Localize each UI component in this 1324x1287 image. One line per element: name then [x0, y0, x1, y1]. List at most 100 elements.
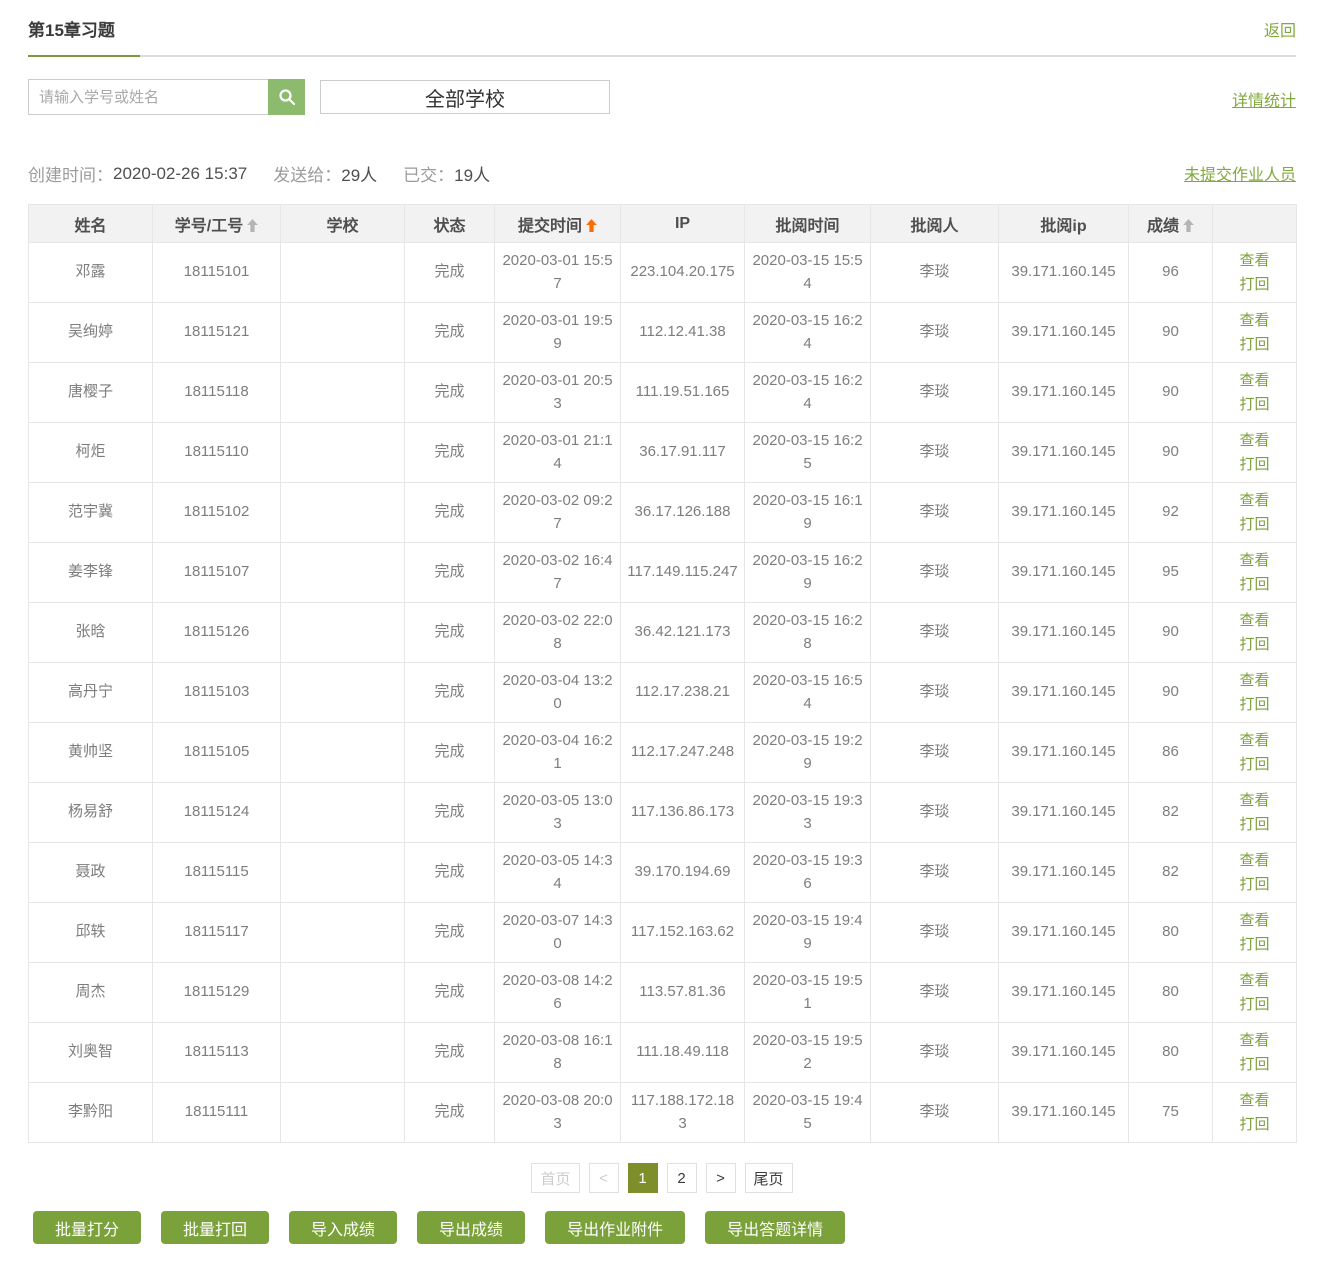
cell-status: 完成	[405, 243, 495, 303]
cell-review-time: 2020-03-15 16:19	[745, 483, 871, 543]
cell-score: 90	[1129, 663, 1213, 723]
send-back-link[interactable]: 打回	[1219, 753, 1290, 777]
cell-school	[281, 603, 405, 663]
send-back-link[interactable]: 打回	[1219, 633, 1290, 657]
table-header-row: 姓名学号/工号学校状态提交时间IP批阅时间批阅人批阅ip成绩	[29, 205, 1297, 243]
cell-ip: 117.149.115.247	[621, 543, 745, 603]
cell-school	[281, 243, 405, 303]
view-link[interactable]: 查看	[1219, 309, 1290, 333]
view-link[interactable]: 查看	[1219, 549, 1290, 573]
send-back-link[interactable]: 打回	[1219, 873, 1290, 897]
cell-school	[281, 963, 405, 1023]
submitted-label: 已交：	[403, 161, 454, 186]
view-link[interactable]: 查看	[1219, 729, 1290, 753]
cell-actions: 查看打回	[1213, 663, 1297, 723]
export-answer-details-button[interactable]: 导出答题详情	[705, 1211, 845, 1244]
column-header-student-id[interactable]: 学号/工号	[153, 205, 281, 243]
cell-reviewer: 李琰	[871, 783, 999, 843]
table-row: 李黔阳18115111完成2020-03-08 20:03117.188.172…	[29, 1083, 1297, 1143]
pagination-next-button[interactable]: >	[706, 1163, 736, 1193]
cell-name: 吴绚婷	[29, 303, 153, 363]
send-back-link[interactable]: 打回	[1219, 453, 1290, 477]
cell-submit-time: 2020-03-01 21:14	[495, 423, 621, 483]
cell-student-id: 18115126	[153, 603, 281, 663]
view-link[interactable]: 查看	[1219, 849, 1290, 873]
school-filter-select[interactable]: 全部学校	[320, 80, 610, 114]
import-grades-button[interactable]: 导入成绩	[289, 1211, 397, 1244]
pagination-last-button[interactable]: 尾页	[745, 1163, 793, 1193]
export-attachments-button[interactable]: 导出作业附件	[545, 1211, 685, 1244]
table-row: 吴绚婷18115121完成2020-03-01 19:59112.12.41.3…	[29, 303, 1297, 363]
cell-ip: 111.18.49.118	[621, 1023, 745, 1083]
cell-status: 完成	[405, 963, 495, 1023]
search-box	[28, 79, 305, 115]
search-input[interactable]	[28, 79, 268, 115]
view-link[interactable]: 查看	[1219, 1089, 1290, 1113]
column-header-review-time-label: 批阅时间	[775, 218, 839, 235]
view-link[interactable]: 查看	[1219, 429, 1290, 453]
view-link[interactable]: 查看	[1219, 249, 1290, 273]
view-link[interactable]: 查看	[1219, 909, 1290, 933]
cell-student-id: 18115107	[153, 543, 281, 603]
cell-school	[281, 303, 405, 363]
send-back-link[interactable]: 打回	[1219, 513, 1290, 537]
table-row: 唐樱子18115118完成2020-03-01 20:53111.19.51.1…	[29, 363, 1297, 423]
view-link[interactable]: 查看	[1219, 1029, 1290, 1053]
pagination-first-button[interactable]: 首页	[531, 1163, 579, 1193]
cell-actions: 查看打回	[1213, 303, 1297, 363]
view-link[interactable]: 查看	[1219, 789, 1290, 813]
send-back-link[interactable]: 打回	[1219, 693, 1290, 717]
cell-submit-time: 2020-03-04 13:20	[495, 663, 621, 723]
cell-reviewer: 李琰	[871, 603, 999, 663]
column-header-status-label: 状态	[433, 218, 465, 235]
view-link[interactable]: 查看	[1219, 609, 1290, 633]
cell-name: 高丹宁	[29, 663, 153, 723]
cell-status: 完成	[405, 783, 495, 843]
cell-submit-time: 2020-03-04 16:21	[495, 723, 621, 783]
send-back-link[interactable]: 打回	[1219, 333, 1290, 357]
pagination-page-2-button[interactable]: 2	[667, 1163, 697, 1193]
not-submitted-link[interactable]: 未提交作业人员	[1184, 161, 1296, 185]
view-link[interactable]: 查看	[1219, 369, 1290, 393]
column-header-submit-time[interactable]: 提交时间	[495, 205, 621, 243]
view-link[interactable]: 查看	[1219, 489, 1290, 513]
cell-review-time: 2020-03-15 16:29	[745, 543, 871, 603]
cell-review-ip: 39.171.160.145	[999, 423, 1129, 483]
cell-status: 完成	[405, 423, 495, 483]
pagination-prev-button[interactable]: <	[589, 1163, 619, 1193]
column-header-school-label: 学校	[326, 218, 358, 235]
export-grades-button[interactable]: 导出成绩	[417, 1211, 525, 1244]
cell-ip: 117.152.163.62	[621, 903, 745, 963]
send-back-link[interactable]: 打回	[1219, 813, 1290, 837]
pagination-page-1-button[interactable]: 1	[628, 1163, 658, 1193]
back-link[interactable]: 返回	[1264, 17, 1296, 41]
send-back-link[interactable]: 打回	[1219, 273, 1290, 297]
send-back-link[interactable]: 打回	[1219, 1053, 1290, 1077]
send-back-link[interactable]: 打回	[1219, 1113, 1290, 1137]
column-header-score[interactable]: 成绩	[1129, 205, 1213, 243]
table-row: 张晗18115126完成2020-03-02 22:0836.42.121.17…	[29, 603, 1297, 663]
cell-reviewer: 李琰	[871, 843, 999, 903]
cell-ip: 36.17.126.188	[621, 483, 745, 543]
view-link[interactable]: 查看	[1219, 669, 1290, 693]
pagination: 首页 < 1 2 > 尾页	[28, 1163, 1296, 1193]
cell-review-ip: 39.171.160.145	[999, 783, 1129, 843]
search-button[interactable]	[268, 79, 305, 115]
cell-reviewer: 李琰	[871, 243, 999, 303]
send-back-link[interactable]: 打回	[1219, 933, 1290, 957]
send-back-link[interactable]: 打回	[1219, 993, 1290, 1017]
cell-score: 90	[1129, 303, 1213, 363]
batch-grade-button[interactable]: 批量打分	[33, 1211, 141, 1244]
details-stats-link[interactable]: 详情统计	[1232, 87, 1296, 111]
send-back-link[interactable]: 打回	[1219, 393, 1290, 417]
cell-student-id: 18115113	[153, 1023, 281, 1083]
batch-return-button[interactable]: 批量打回	[161, 1211, 269, 1244]
cell-review-ip: 39.171.160.145	[999, 663, 1129, 723]
view-link[interactable]: 查看	[1219, 969, 1290, 993]
cell-review-time: 2020-03-15 19:29	[745, 723, 871, 783]
sent-to-label: 发送给：	[273, 161, 341, 186]
column-header-actions	[1213, 205, 1297, 243]
send-back-link[interactable]: 打回	[1219, 573, 1290, 597]
column-header-status: 状态	[405, 205, 495, 243]
cell-ip: 113.57.81.36	[621, 963, 745, 1023]
